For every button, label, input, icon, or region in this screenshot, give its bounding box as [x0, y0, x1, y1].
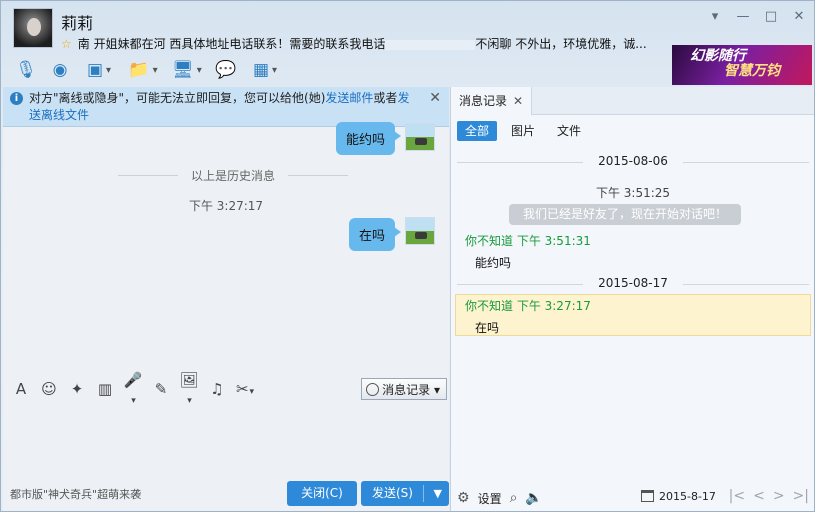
notice-text-a: 对方"离线或隐身"，可能无法立即回复，您可以给他(她) [29, 91, 326, 105]
settings-label[interactable]: 设置 [478, 490, 502, 507]
voice-message-icon[interactable]: 🎤 [123, 371, 143, 407]
filter-images[interactable]: 图片 [503, 121, 543, 141]
calendar-icon [641, 490, 654, 502]
minimize-icon[interactable]: — [734, 9, 752, 25]
close-notice-icon[interactable]: ✕ [429, 90, 441, 107]
chat-toolbar: 🎙 ◉ ▣ 📁 🖥 💬 ▦ [11, 58, 285, 82]
filter-all[interactable]: 全部 [457, 121, 498, 141]
close-button[interactable]: 关闭(C) [287, 481, 357, 506]
signature-text-b: 不闲聊 不外出，环境优雅，诚... [475, 37, 647, 51]
screenshot-icon[interactable]: ✂ [235, 380, 255, 398]
system-message: 我们已经是好友了，现在开始对话吧！ [509, 204, 741, 225]
history-date: 2015-08-06 [451, 154, 814, 168]
history-pager: |< < > >| [729, 488, 809, 504]
history-time: 下午 3:51:25 [595, 186, 671, 200]
emoji-icon[interactable]: ☺ [39, 380, 59, 398]
doodle-icon[interactable]: ✎ [151, 380, 171, 398]
message-bubble[interactable]: 在吗 [348, 218, 402, 251]
screen-share-icon[interactable]: 🖥 [167, 58, 207, 82]
music-icon[interactable]: ♫ [207, 380, 227, 398]
close-tab-icon[interactable]: ✕ [513, 94, 523, 108]
tab-label: 消息记录 [459, 94, 508, 108]
menu-dropdown-icon[interactable]: ▾ [706, 9, 724, 25]
send-file-icon[interactable]: 📁 [123, 58, 163, 82]
gear-icon[interactable]: ⚙ [457, 490, 470, 506]
create-group-icon[interactable]: 💬 [211, 58, 241, 82]
send-email-link[interactable]: 发送邮件 [325, 91, 373, 105]
ad-line-2: 智慧万钧 [724, 63, 780, 79]
star-icon: ☆ [61, 37, 72, 51]
info-icon: i [10, 92, 23, 105]
image-icon[interactable]: 🖼 [179, 371, 199, 407]
speaker-icon[interactable]: 🔈 [525, 490, 542, 506]
history-tab-bar: 消息记录 ✕ [451, 87, 814, 115]
send-button[interactable]: 发送(S) ▼ [361, 481, 449, 506]
close-window-icon[interactable]: ✕ [790, 9, 808, 25]
message-input[interactable] [3, 403, 449, 481]
signature-text-a: 南 开姐妹都在河 西具体地址电话联系！需要的联系我电话 [77, 37, 386, 51]
redacted-phone [385, 39, 476, 50]
voice-call-icon[interactable]: 🎙 [11, 58, 41, 82]
history-date: 2015-08-17 [451, 276, 814, 290]
prev-page-icon[interactable]: < [753, 488, 765, 504]
tab-message-history[interactable]: 消息记录 ✕ [451, 87, 533, 115]
apps-icon[interactable]: ▦ [245, 58, 285, 82]
maximize-icon[interactable]: □ [762, 9, 780, 25]
history-date-picker[interactable]: 2015-8-17 [641, 490, 716, 503]
contact-signature: ☆ 南 开姐妹都在河 西具体地址电话联系！需要的联系我电话 不闲聊 不外出，环境优雅… [61, 35, 661, 52]
window-controls: ▾ — □ ✕ [706, 9, 808, 25]
last-page-icon[interactable]: >| [793, 488, 809, 504]
history-footer: ⚙ 设置 ⌕ 🔈 2015-8-17 |< < > >| [451, 485, 814, 511]
notice-text-b: 或者 [373, 91, 398, 105]
clock-icon [366, 383, 380, 396]
message-list[interactable]: 能约吗 以上是历史消息 下午 3:27:17 在吗 [3, 122, 449, 372]
current-date: 2015-8-17 [659, 490, 716, 503]
next-page-icon[interactable]: > [773, 488, 785, 504]
send-options-icon[interactable]: ▼ [434, 481, 442, 506]
offline-notice: i 对方"离线或隐身"，可能无法立即回复，您可以给他(她)发送邮件或者发送离线文… [3, 87, 449, 127]
news-ticker[interactable]: 都市版"神犬奇兵"超萌来袭 [10, 486, 141, 502]
my-avatar[interactable] [405, 123, 435, 151]
ad-banner[interactable]: 幻影随行 智慧万钧 [672, 45, 812, 85]
first-page-icon[interactable]: |< [729, 488, 745, 504]
message-bubble[interactable]: 能约吗 [335, 122, 402, 155]
history-divider: 以上是历史消息 [118, 167, 348, 184]
conversation-pane: i 对方"离线或隐身"，可能无法立即回复，您可以给他(她)发送邮件或者发送离线文… [3, 87, 449, 511]
filter-files[interactable]: 文件 [549, 121, 589, 141]
message-history-button[interactable]: 消息记录 ▾ [361, 378, 447, 400]
magic-expression-icon[interactable]: ▥ [95, 380, 115, 398]
history-filters: 全部 图片 文件 [457, 121, 589, 141]
contact-name[interactable]: 莉莉 [61, 10, 93, 34]
search-icon[interactable]: ⌕ [510, 490, 518, 506]
shake-icon[interactable]: ✦ [67, 380, 87, 398]
history-panel: 消息记录 ✕ 全部 图片 文件 2015-08-06 下午 3:51:25 我们已… [450, 87, 814, 511]
history-sender: 你不知道 下午 3:27:17 [465, 299, 591, 313]
contact-avatar[interactable] [13, 8, 53, 48]
history-message[interactable]: 能约吗 [475, 254, 511, 271]
message-time: 下午 3:27:17 [188, 199, 264, 213]
chat-window: 莉莉 ☆ 南 开姐妹都在河 西具体地址电话联系！需要的联系我电话 不闲聊 不外出，环… [0, 0, 815, 512]
send-button-label: 发送(S) [372, 486, 413, 500]
remote-desktop-icon[interactable]: ▣ [79, 58, 119, 82]
my-avatar[interactable] [405, 217, 435, 245]
message-history-label: 消息记录 [382, 383, 431, 397]
ad-line-1: 幻影随行 [690, 48, 746, 64]
history-sender: 你不知道 下午 3:51:31 [465, 234, 591, 248]
font-icon[interactable]: A [11, 380, 31, 398]
history-message[interactable]: 在吗 [475, 319, 499, 336]
video-call-icon[interactable]: ◉ [45, 58, 75, 82]
